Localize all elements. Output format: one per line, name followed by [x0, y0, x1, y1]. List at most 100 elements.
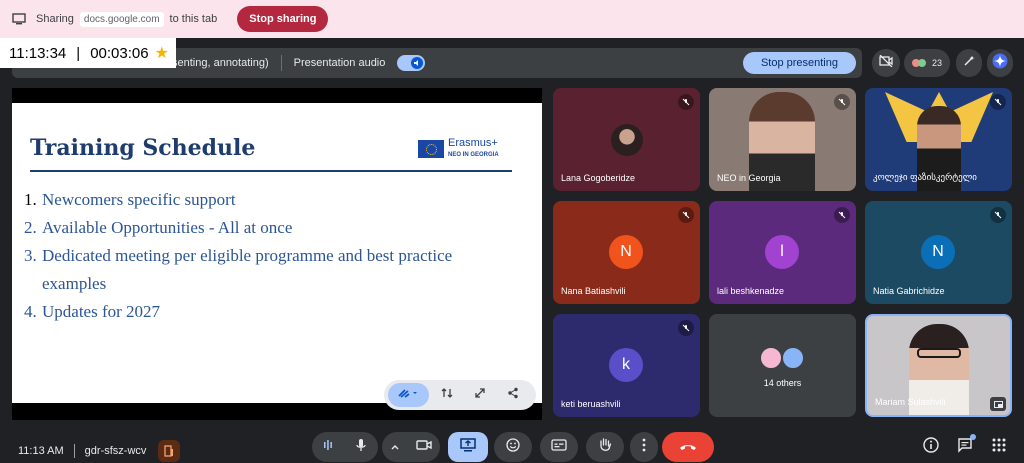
participant-tile[interactable]: NEO in Georgia: [709, 88, 856, 191]
meeting-separator: [73, 444, 75, 458]
mic-control-group: [312, 432, 378, 462]
volume-icon: [411, 57, 424, 69]
stop-presenting-button[interactable]: Stop presenting: [742, 52, 856, 74]
logo-main-text: Erasmus+: [448, 137, 498, 149]
chat-button[interactable]: [952, 432, 978, 462]
mic-off-icon: [990, 94, 1006, 110]
present-screen-icon: [460, 437, 476, 457]
logo-text: Erasmus+ NEO IN GEORGIA: [448, 138, 499, 160]
participant-tile[interactable]: Lana Gogoberidze: [553, 88, 700, 191]
raise-hand-button[interactable]: [586, 432, 624, 462]
camera-control-group: [382, 432, 440, 462]
meeting-code: gdr-sfsz-wcv: [84, 445, 147, 457]
expand-tile-icon[interactable]: [990, 397, 1006, 411]
list-number: 4.: [24, 302, 37, 321]
participant-photo: [611, 124, 643, 156]
participant-name: keti beruashvili: [561, 399, 621, 409]
participant-name: Mariam Sulashvili: [875, 397, 946, 407]
logo-sub-text: NEO IN GEORGIA: [448, 152, 499, 158]
captions-button[interactable]: [540, 432, 578, 462]
expand-icon: [474, 386, 486, 404]
mic-off-icon: [834, 94, 850, 110]
participant-name: Nana Batiashvili: [561, 286, 626, 296]
erasmus-logo: Erasmus+ NEO IN GEORGIA: [418, 135, 508, 163]
list-number: [24, 270, 42, 298]
activities-button[interactable]: [986, 432, 1012, 462]
camera-icon[interactable]: [416, 438, 432, 456]
participant-avatar: N: [609, 235, 643, 269]
self-view-tile[interactable]: Mariam Sulashvili: [865, 314, 1012, 417]
participant-tile[interactable]: N Natia Gabrichidze: [865, 201, 1012, 304]
slide-title: Training Schedule: [30, 135, 256, 161]
pen-squiggle-icon: [397, 386, 419, 404]
chevron-up-icon[interactable]: [390, 438, 400, 456]
participant-tile[interactable]: კოლეჯი ფაზისკერტელი: [865, 88, 1012, 191]
stop-sharing-button[interactable]: Stop sharing: [237, 6, 329, 32]
list-text: Updates for 2027: [42, 302, 161, 321]
participant-tile[interactable]: l lali beshkenadze: [709, 201, 856, 304]
mic-off-icon: [678, 94, 694, 110]
meeting-details-button[interactable]: [918, 432, 944, 462]
participant-name: lali beshkenadze: [717, 286, 785, 296]
presentation-audio-toggle[interactable]: [397, 55, 426, 71]
participant-avatar: l: [765, 235, 799, 269]
tab-sharing-bar: Sharing docs.google.com to this tab Stop…: [0, 0, 1024, 38]
title-underline: [30, 170, 512, 172]
annotation-pen-button[interactable]: [388, 383, 429, 407]
info-icon: [923, 436, 939, 458]
list-number: 2.: [24, 218, 37, 237]
presented-slide: Training Schedule Erasmus+ NEO IN GEORGI…: [12, 88, 542, 420]
swap-button[interactable]: [433, 383, 462, 407]
gemini-sparkle-icon: [992, 53, 1008, 74]
participant-name: კოლეჯი ფაზისკერტელი: [873, 172, 977, 182]
participant-tile[interactable]: N Nana Batiashvili: [553, 201, 700, 304]
list-item: 3. Dedicated meeting per eligible program…: [24, 242, 524, 270]
mic-off-icon: [990, 207, 1006, 223]
present-now-button[interactable]: [448, 432, 488, 462]
list-text: Newcomers specific support: [42, 190, 236, 209]
chat-notification-dot: [970, 433, 976, 440]
slide-list: 1. Newcomers specific support 2. Available…: [24, 186, 524, 326]
list-number: 1.: [24, 190, 37, 209]
more-options-button[interactable]: [630, 432, 658, 462]
share-link-button[interactable]: [499, 383, 528, 407]
mic-off-icon: [678, 320, 694, 336]
reactions-button[interactable]: [494, 432, 532, 462]
end-call-icon: [679, 438, 697, 456]
hand-icon: [598, 437, 612, 458]
camera-off-icon: [879, 54, 893, 72]
presenting-divider: [280, 55, 282, 71]
eu-flag-icon: [418, 140, 444, 158]
star-icon[interactable]: ★: [155, 43, 169, 63]
list-item: 2. Available Opportunities - All at once: [24, 214, 524, 242]
shared-domain: docs.google.com: [79, 11, 164, 27]
timer-separator: |: [76, 44, 81, 62]
leave-call-button[interactable]: [662, 432, 714, 462]
mic-off-icon: [834, 207, 850, 223]
others-avatar-2: [781, 346, 805, 370]
microphone-icon[interactable]: [355, 438, 367, 457]
gemini-button[interactable]: [987, 49, 1013, 77]
annotation-toolbar: [384, 380, 536, 410]
participant-avatars-icon: [911, 59, 926, 67]
hide-self-view-button[interactable]: [872, 49, 900, 77]
magic-pen-button[interactable]: [956, 49, 982, 77]
wand-icon: [963, 54, 975, 72]
list-text: Available Opportunities - All at once: [42, 218, 293, 237]
meeting-info: 11:13 AM gdr-sfsz-wcv: [18, 440, 181, 462]
participant-tile[interactable]: k keti beruashvili: [553, 314, 700, 417]
sharing-label: Sharing: [36, 13, 74, 25]
participants-button[interactable]: 23: [904, 49, 950, 77]
more-vert-icon: [642, 438, 646, 457]
companion-mode-icon[interactable]: [158, 440, 181, 462]
closed-captions-icon: [551, 438, 567, 456]
screen-share-icon: [12, 13, 26, 25]
participant-name: Natia Gabrichidze: [873, 286, 945, 296]
participants-count: 23: [931, 58, 942, 68]
list-item: 4. Updates for 2027: [24, 298, 524, 326]
list-item: 1. Newcomers specific support: [24, 186, 524, 214]
fullscreen-button[interactable]: [466, 383, 495, 407]
audio-level-icon[interactable]: [323, 438, 333, 456]
share-icon: [507, 386, 519, 404]
others-tile[interactable]: 14 others: [709, 314, 856, 417]
